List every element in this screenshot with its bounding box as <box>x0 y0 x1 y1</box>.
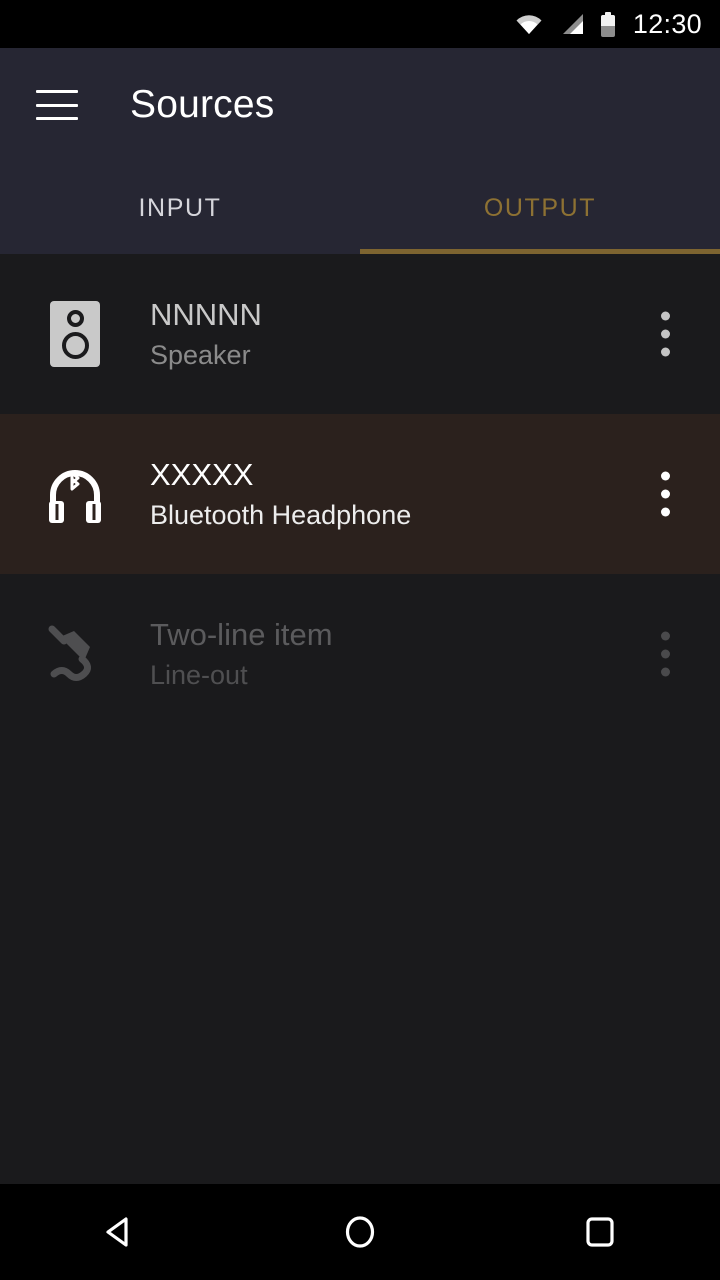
cellular-signal-icon <box>559 12 585 36</box>
back-triangle-icon[interactable] <box>60 1184 180 1280</box>
hamburger-menu-icon[interactable] <box>36 90 78 120</box>
list-item-subtitle: Bluetooth Headphone <box>150 499 412 530</box>
wifi-icon <box>515 13 543 35</box>
more-vertical-icon[interactable] <box>653 624 678 685</box>
list-item-subtitle: Line-out <box>150 659 248 690</box>
list-item-text: NNNNN Speaker <box>150 297 262 370</box>
status-bar-icons <box>515 11 615 37</box>
list-item-text: XXXXX Bluetooth Headphone <box>150 457 412 530</box>
battery-icon <box>600 11 615 37</box>
tab-output[interactable]: OUTPUT <box>360 162 720 254</box>
tab-bar: INPUT OUTPUT <box>0 162 720 254</box>
list-item-title: Two-line item <box>150 617 333 653</box>
speaker-icon <box>44 300 106 368</box>
list-item-title: XXXXX <box>150 457 254 493</box>
list-item-text: Two-line item Line-out <box>150 617 333 690</box>
audio-jack-icon <box>44 620 106 688</box>
status-bar-clock: 12:30 <box>632 8 702 39</box>
status-bar: 12:30 <box>0 0 720 48</box>
list-item[interactable]: Two-line item Line-out <box>0 574 720 734</box>
list-item[interactable]: XXXXX Bluetooth Headphone <box>0 414 720 574</box>
recents-square-icon[interactable] <box>540 1184 660 1280</box>
list-item[interactable]: NNNNN Speaker <box>0 254 720 414</box>
list-item-title: NNNNN <box>150 297 262 333</box>
app-toolbar: Sources <box>0 48 720 162</box>
android-navigation-bar <box>0 1184 720 1280</box>
more-vertical-icon[interactable] <box>653 304 678 365</box>
sources-list: NNNNN Speaker XXXXX Bluetooth Headphone … <box>0 254 720 734</box>
home-circle-icon[interactable] <box>300 1184 420 1280</box>
page-title: Sources <box>130 83 275 126</box>
list-item-subtitle: Speaker <box>150 339 251 370</box>
tab-input[interactable]: INPUT <box>0 162 360 254</box>
bluetooth-headphone-icon <box>44 460 106 528</box>
more-vertical-icon[interactable] <box>653 464 678 525</box>
app-screen: 12:30 Sources INPUT OUTPUT NNNNN Speaker <box>0 0 720 1280</box>
